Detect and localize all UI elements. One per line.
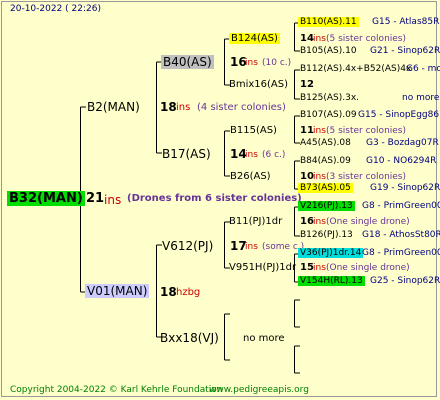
gen4-queen[interactable]: B126(PJ).13 [298,230,355,240]
root-queen[interactable]: B32(MAN) [7,191,85,206]
root-ins-number: 21 [86,191,105,206]
gen4-queen[interactable]: A45(AS).08 [298,138,353,148]
b115-ins-label: ins [313,126,326,136]
dam-ins-number: 18 [160,285,177,299]
root-drones-note: (Drones from 6 sister colonies) [127,193,302,204]
b124-ins-label: ins [313,34,326,44]
sire-ins-label: ins [176,102,191,113]
gen4-ref: G6 - more [406,64,440,74]
gen4-ref: G15 - Atlas85R [372,17,440,27]
b17-queen[interactable]: B17(AS) [162,147,211,161]
b40-note: (10 c.) [262,58,292,68]
b26-ins-number: 10 [300,171,314,182]
b17-ins-label: ins [245,150,258,160]
sire-ins-number: 18 [160,100,177,114]
b11-ins-label: ins [313,217,326,227]
b124-note: (5 sister colonies) [326,34,407,44]
b115-ins-number: 11 [300,125,314,136]
b26-queen[interactable]: B26(AS) [230,171,271,182]
gen4-ref: G3 - Bozdag07R [366,138,439,148]
b11-ins-number: 16 [300,216,314,227]
gen4-queen[interactable]: B107(AS).09 [298,110,359,120]
gen4-ref: G25 - Sinop62R [370,276,440,286]
bmix16-queen[interactable]: Bmix16(AS) [229,79,288,90]
gen4-ref: G18 - AthosSt80R [362,230,440,240]
b124-ins-number: 14 [300,33,314,44]
gen4-queen[interactable]: V216(PJ).13 [298,201,355,211]
b40-ins-label: ins [245,58,258,68]
b115-queen[interactable]: B115(AS) [230,125,277,136]
bmix16-ins-number: 12 [300,79,314,90]
b124-queen[interactable]: B124(AS) [229,33,280,44]
dam-ins-label: hzbg [176,287,201,298]
bxx18-queen[interactable]: Bxx18(VJ) [160,331,219,345]
gen4-ref: G8 - PrimGreen00 [362,201,440,211]
b26-note: (3 sister colonies) [326,172,407,182]
footer-copyright: Copyright 2004-2022 © Karl Kehrle Founda… [10,385,223,395]
timestamp: 20-10-2022 ( 22:26) [10,4,101,14]
gen4-ref: G15 - SinopEgg86R [358,110,440,120]
v951h-queen[interactable]: V951H(PJ)1dr [229,262,296,273]
b26-ins-label: ins [313,172,326,182]
gen4-queen[interactable]: V154H(RL).13 [298,276,365,286]
v951h-ins-label: ins [313,263,326,273]
b40-queen[interactable]: B40(AS) [161,55,214,69]
v612-queen[interactable]: V612(PJ) [162,239,213,253]
v612-ins-label: ins [245,242,258,252]
gen4-queen[interactable]: B84(AS).09 [298,156,353,166]
gen4-queen[interactable]: B105(AS).10 [298,46,359,56]
b11-note: (One single drone) [326,217,410,227]
gen4-queen[interactable]: B73(AS).05 [298,183,353,193]
sire-note: (4 sister colonies) [197,102,286,113]
v951h-note: (One single drone) [326,263,410,273]
footer-site-link[interactable]: www.pedigreeapis.org [209,385,309,395]
gen4-ref: G10 - NO6294R [366,156,437,166]
gen4-ref: G19 - Sinop62R [370,183,440,193]
bxx18-no-more: no more [243,333,285,344]
gen4-ref: G8 - PrimGreen00 [362,248,440,258]
v951h-ins-number: 15 [300,262,314,273]
b11-queen[interactable]: B11(PJ)1dr [229,216,282,227]
dam-queen[interactable]: V01(MAN) [85,284,150,298]
gen4-ref: G21 - Sinop62R [370,46,440,56]
gen4-ref: no more [402,93,440,103]
gen4-queen[interactable]: B112(AS).4x+B52(AS)4x [298,64,413,74]
gen4-queen[interactable]: B110(AS).11 [298,17,359,27]
b115-note: (5 sister colonies) [326,126,407,136]
sire-queen[interactable]: B2(MAN) [87,100,140,114]
b17-note: (6 c.) [262,150,286,160]
gen4-queen[interactable]: B125(AS).3x. [298,93,361,103]
root-ins-label: ins [104,193,122,207]
gen4-queen[interactable]: V36(PJ)1dr.14 [298,248,364,258]
